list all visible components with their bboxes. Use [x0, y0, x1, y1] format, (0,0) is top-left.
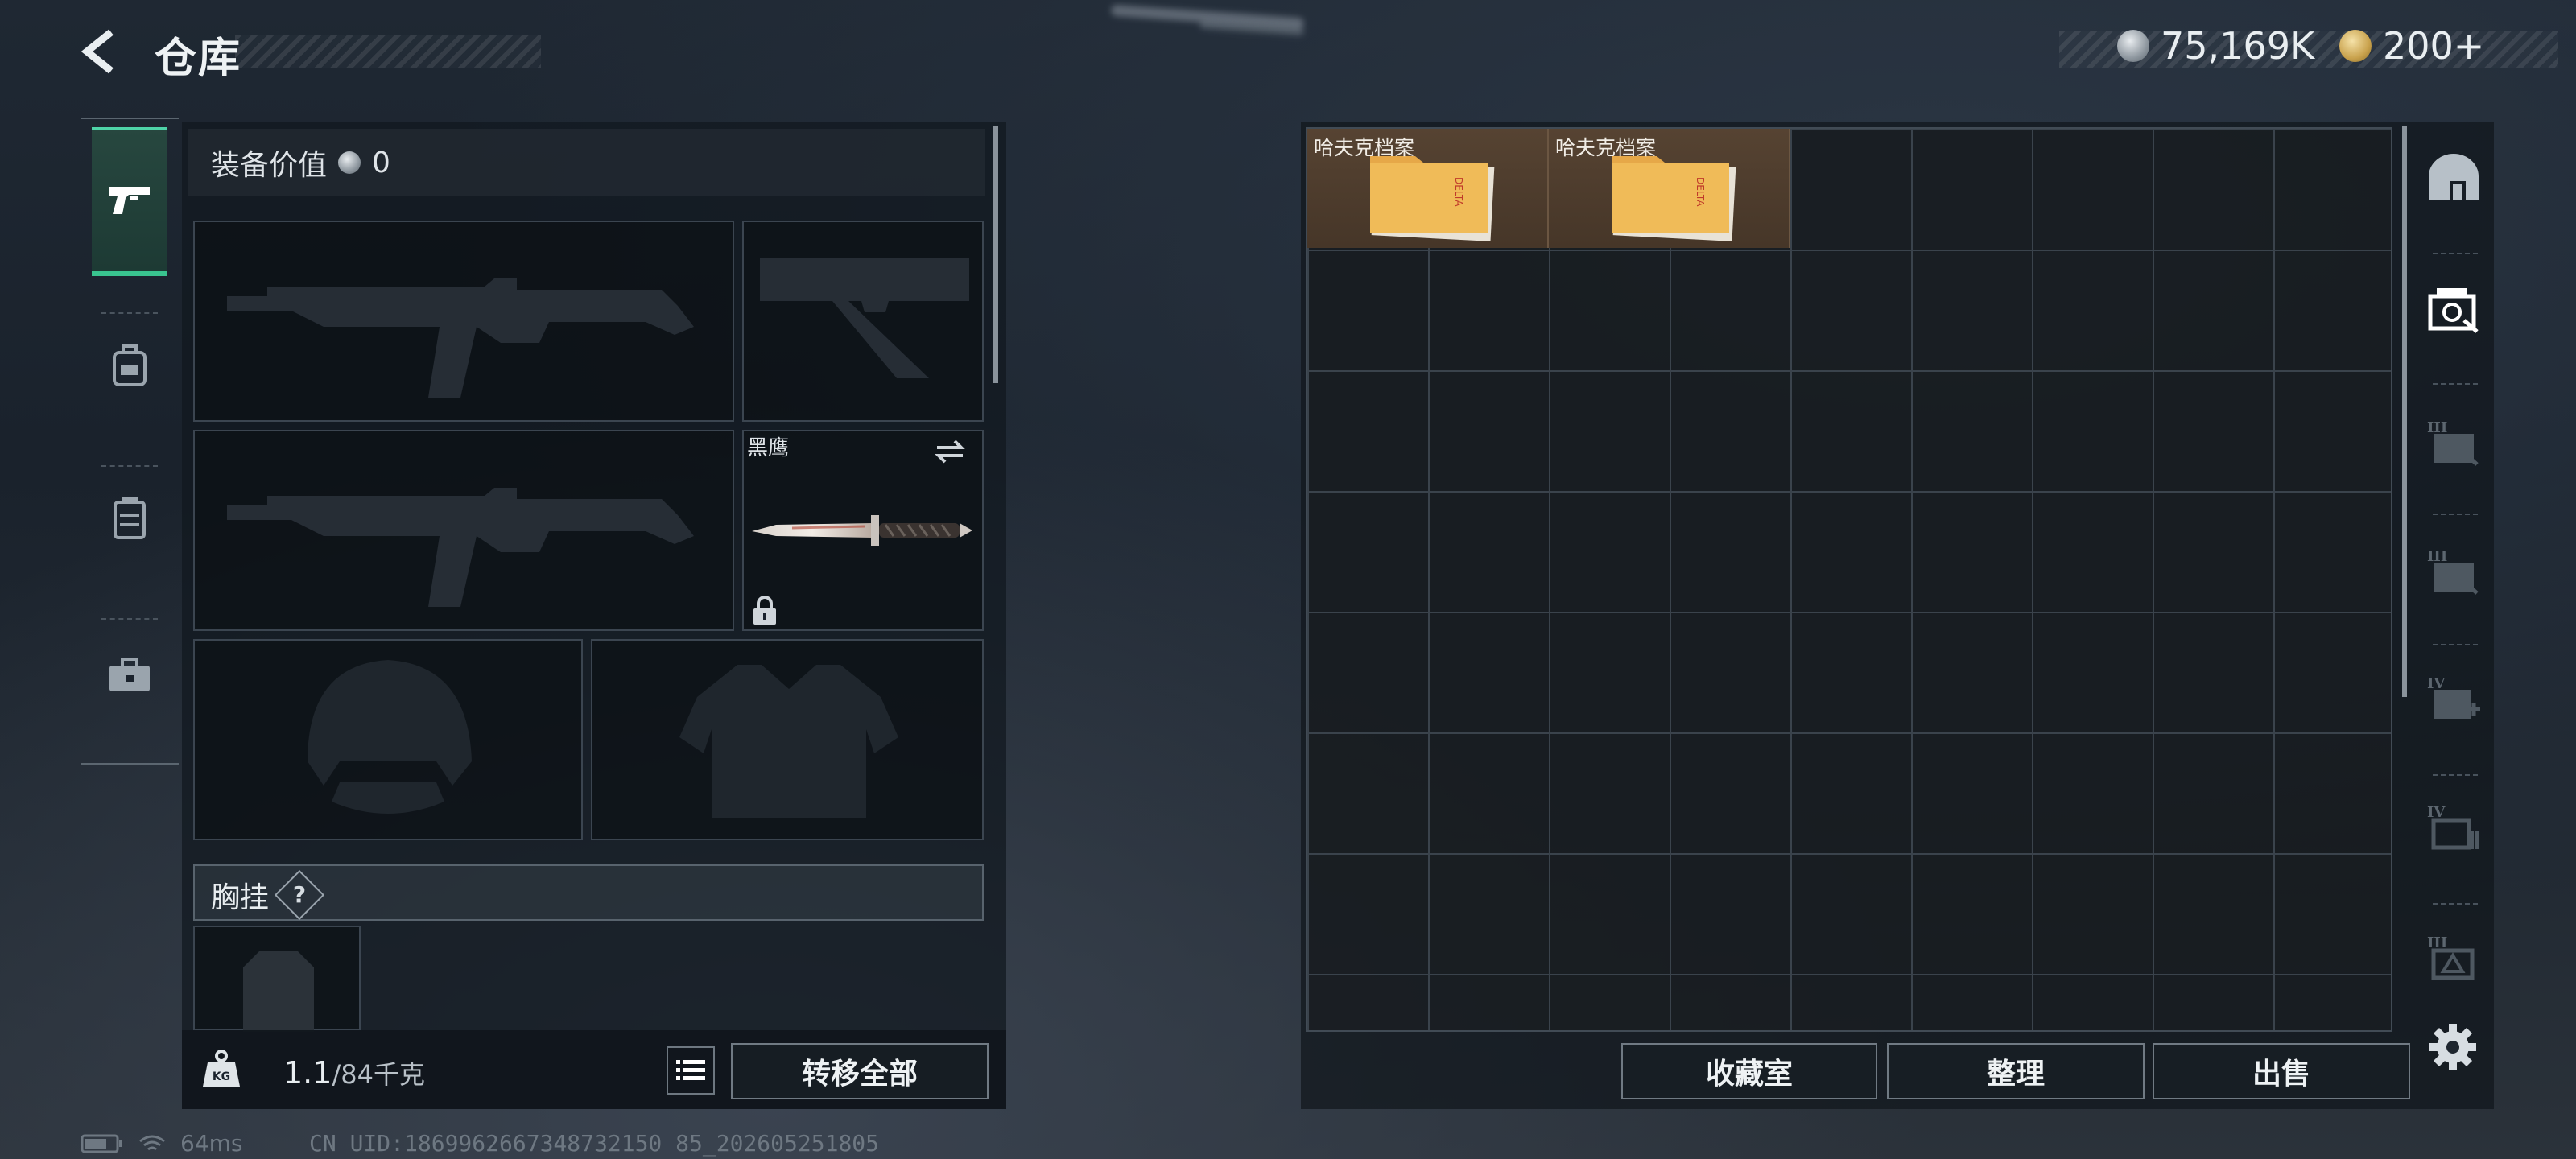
pistol-silhouette-icon	[760, 258, 969, 378]
svg-text:III: III	[2427, 548, 2447, 565]
list-icon	[676, 1060, 705, 1080]
back-button[interactable]	[77, 27, 126, 76]
item-name: 哈夫克档案	[1555, 136, 1657, 159]
silver-coin-icon	[2117, 30, 2149, 62]
user-uid: CN UID:1869962667348732150 85_2026052518…	[309, 1130, 880, 1157]
gold-coin-icon	[2339, 30, 2372, 62]
helmet-slot[interactable]	[193, 639, 583, 840]
weight-max: /84千克	[332, 1059, 425, 1090]
storage-tab-5[interactable]: IV	[2415, 768, 2492, 889]
silver-currency: 75,169K	[2117, 24, 2314, 68]
storage-category-nav: III III IV IV III	[2415, 118, 2492, 1011]
chest-rig-label: 胸挂	[211, 881, 270, 914]
gold-amount: 200+	[2383, 24, 2485, 68]
ping-value: 64ms	[180, 1130, 243, 1157]
nav-tab-weapons[interactable]	[92, 127, 167, 276]
left-category-nav	[80, 118, 179, 765]
equipment-value: 装备价值 0	[211, 142, 390, 184]
title-decoration	[235, 35, 541, 68]
sidearm-slot[interactable]	[742, 221, 984, 422]
equipment-scrollbar[interactable]	[993, 126, 998, 383]
sell-button[interactable]: 出售	[2153, 1043, 2410, 1099]
battery-icon	[80, 1134, 122, 1153]
svg-text:III: III	[2427, 419, 2447, 436]
chest-rig-silhouette-icon	[243, 951, 314, 1032]
weight-readout: 1.1/84千克	[283, 1054, 425, 1091]
svg-text:DELTA: DELTA	[1695, 177, 1706, 207]
wifi-icon	[139, 1135, 165, 1150]
swap-icon[interactable]	[934, 438, 966, 468]
nav-tab-case[interactable]	[80, 599, 179, 752]
medical-box-iv-icon: IV	[2427, 675, 2480, 719]
primary-weapon-slot[interactable]	[193, 221, 734, 422]
status-bar: 64ms	[80, 1130, 243, 1157]
storage-tab-2[interactable]: III	[2415, 383, 2492, 504]
nav-tab-backpack[interactable]	[80, 288, 179, 441]
melee-name: 黑鹰	[747, 436, 790, 460]
pistol-icon	[109, 187, 150, 214]
silver-amount: 75,169K	[2161, 24, 2315, 68]
storage-tab-6[interactable]: III	[2415, 898, 2492, 1019]
equipment-value-amount: 0	[372, 146, 390, 179]
storage-box-iii-icon: III	[2427, 419, 2479, 466]
rifle-silhouette-icon	[227, 488, 694, 607]
storage-item[interactable]: DELTA 哈夫克档案	[1549, 129, 1790, 248]
storage-grid[interactable]: DELTA 哈夫克档案 DELTA 哈夫克档案	[1306, 127, 2392, 1032]
ammo-box-iv-icon: IV	[2427, 804, 2479, 850]
chest-rig-slot[interactable]	[193, 926, 361, 1032]
lock-icon	[752, 596, 778, 629]
vault-icon	[2429, 154, 2479, 200]
nav-tab-chest-rig[interactable]	[80, 441, 179, 594]
storage-scrollbar[interactable]	[2402, 126, 2407, 697]
gear-icon	[2429, 1024, 2476, 1070]
backpack-icon	[113, 344, 147, 386]
storage-box-icon	[2428, 288, 2479, 333]
help-icon: ?	[292, 881, 307, 908]
storage-tab-main[interactable]	[2415, 118, 2492, 238]
body-armor-slot[interactable]	[591, 639, 984, 840]
secondary-weapon-slot[interactable]	[193, 430, 734, 631]
storage-tab-1[interactable]	[2415, 250, 2492, 371]
back-arrow-icon	[80, 29, 114, 74]
storage-item[interactable]: DELTA 哈夫克档案	[1307, 129, 1549, 248]
weight-current: 1.1	[283, 1055, 332, 1091]
silver-coin-icon	[338, 151, 361, 174]
collection-room-button[interactable]: 收藏室	[1621, 1043, 1877, 1099]
list-view-button[interactable]	[667, 1046, 715, 1095]
armor-silhouette-icon	[679, 665, 898, 818]
special-box-iii-icon: III	[2427, 934, 2475, 980]
helmet-silhouette-icon	[308, 660, 472, 814]
rifle-silhouette-icon	[227, 278, 694, 398]
storage-tab-3[interactable]: III	[2415, 512, 2492, 633]
svg-text:KG: KG	[213, 1070, 230, 1083]
storage-tab-4[interactable]: IV	[2415, 639, 2492, 760]
transfer-all-button[interactable]: 转移全部	[731, 1043, 989, 1099]
case-icon	[109, 658, 150, 691]
settings-gear-button[interactable]	[2428, 1022, 2478, 1072]
svg-text:DELTA: DELTA	[1453, 177, 1464, 207]
sort-button[interactable]: 整理	[1887, 1043, 2145, 1099]
gold-currency[interactable]: 200+	[2339, 24, 2484, 68]
storage-box-iii-icon: III	[2427, 548, 2479, 595]
weight-icon: KG	[201, 1048, 242, 1088]
item-name: 哈夫克档案	[1314, 136, 1415, 159]
svg-text:IV: IV	[2427, 675, 2446, 692]
page-title: 仓库	[155, 35, 242, 83]
chest-rig-icon	[114, 497, 146, 539]
equipment-value-label: 装备价值	[211, 149, 328, 182]
